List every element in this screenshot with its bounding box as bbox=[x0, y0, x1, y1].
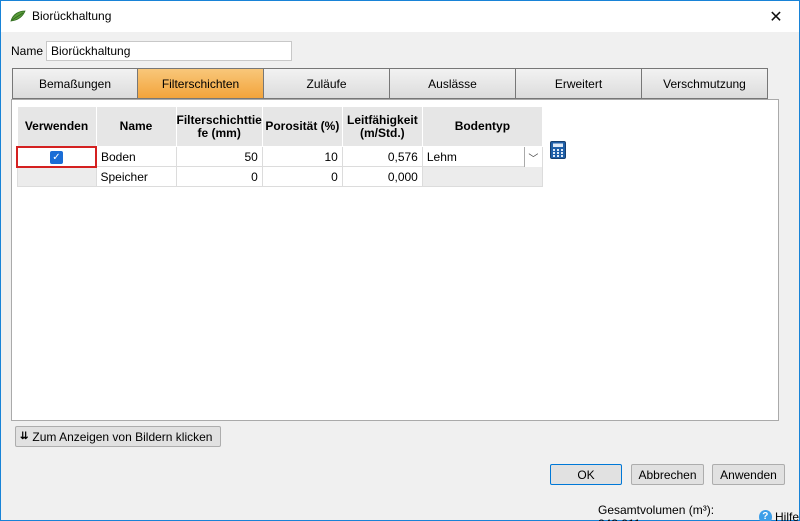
window-title: Biorückhaltung bbox=[32, 9, 112, 23]
tab-filterschichten[interactable]: Filterschichten bbox=[138, 68, 264, 99]
column-header-porosity: Porosität (%) bbox=[261, 106, 343, 147]
title-bar: Biorückhaltung ✕ bbox=[1, 1, 799, 32]
tab-bar: Bemaßungen Filterschichten Zuläufe Auslä… bbox=[12, 68, 768, 99]
conductivity-cell[interactable]: 0,000 bbox=[341, 166, 423, 187]
table-row: Speicher 0 0 0,000 bbox=[16, 166, 543, 187]
show-images-label: Zum Anzeigen von Bildern klicken bbox=[32, 429, 213, 444]
help-icon[interactable]: ? bbox=[758, 510, 772, 521]
porosity-cell[interactable]: 0 bbox=[261, 166, 343, 187]
name-label: Name bbox=[11, 44, 44, 58]
soil-type-value: Lehm bbox=[426, 149, 457, 164]
column-header-name: Name bbox=[95, 106, 177, 147]
soil-type-select[interactable]: Lehm ﹀ bbox=[421, 146, 543, 167]
tab-bemassungen[interactable]: Bemaßungen bbox=[12, 68, 138, 99]
soil-type-cell bbox=[421, 166, 543, 187]
show-images-button[interactable]: ⇊ Zum Anzeigen von Bildern klicken bbox=[15, 426, 222, 447]
use-checkbox-cell bbox=[16, 166, 97, 187]
close-button[interactable]: ✕ bbox=[753, 1, 799, 32]
tab-erweitert[interactable]: Erweitert bbox=[516, 68, 642, 99]
tab-zulaeufe[interactable]: Zuläufe bbox=[264, 68, 390, 99]
apply-button[interactable]: Anwenden bbox=[712, 464, 785, 485]
double-chevron-down-icon: ⇊ bbox=[20, 431, 29, 442]
column-header-depth: Filterschichttie fe (mm) bbox=[175, 106, 263, 147]
checkbox-checked-icon[interactable]: ✓ bbox=[50, 150, 63, 164]
cancel-button[interactable]: Abbrechen bbox=[631, 464, 704, 485]
filter-layers-panel: Verwenden Name Filterschichttie fe (mm) … bbox=[11, 99, 779, 421]
calculator-icon[interactable] bbox=[550, 141, 566, 159]
column-header-conductivity: Leitfähigkeit (m/Std.) bbox=[341, 106, 423, 147]
name-input[interactable] bbox=[46, 41, 292, 61]
use-checkbox-cell[interactable]: ✓ bbox=[16, 145, 97, 168]
tab-verschmutzung[interactable]: Verschmutzung bbox=[642, 68, 768, 99]
column-header-use: Verwenden bbox=[16, 106, 97, 147]
depth-cell[interactable]: 0 bbox=[175, 166, 263, 187]
leaf-icon bbox=[10, 10, 26, 22]
table-header-row: Verwenden Name Filterschichttie fe (mm) … bbox=[16, 106, 543, 147]
conductivity-cell[interactable]: 0,576 bbox=[341, 146, 423, 167]
chevron-down-icon[interactable]: ﹀ bbox=[523, 147, 542, 167]
filter-layers-table: Verwenden Name Filterschichttie fe (mm) … bbox=[16, 106, 543, 187]
help-link[interactable]: Hilfe bbox=[775, 510, 799, 521]
layer-name-cell[interactable]: Boden bbox=[95, 146, 177, 167]
close-icon: ✕ bbox=[769, 8, 783, 26]
column-header-soil-type: Bodentyp bbox=[421, 106, 543, 147]
dialog-window: Biorückhaltung ✕ Name Bemaßungen Filters… bbox=[0, 0, 800, 521]
table-row: ✓ Boden 50 10 0,576 Lehm ﹀ bbox=[16, 145, 543, 168]
porosity-cell[interactable]: 10 bbox=[261, 146, 343, 167]
depth-cell[interactable]: 50 bbox=[175, 146, 263, 167]
tab-auslaesse[interactable]: Auslässe bbox=[390, 68, 516, 99]
total-volume-text: Gesamtvolumen (m³): 243,911 bbox=[598, 503, 715, 521]
layer-name-cell[interactable]: Speicher bbox=[95, 166, 177, 187]
ok-button[interactable]: OK bbox=[550, 464, 622, 485]
status-bar: Gesamtvolumen (m³): 243,911 ? Hilfe bbox=[598, 503, 799, 521]
